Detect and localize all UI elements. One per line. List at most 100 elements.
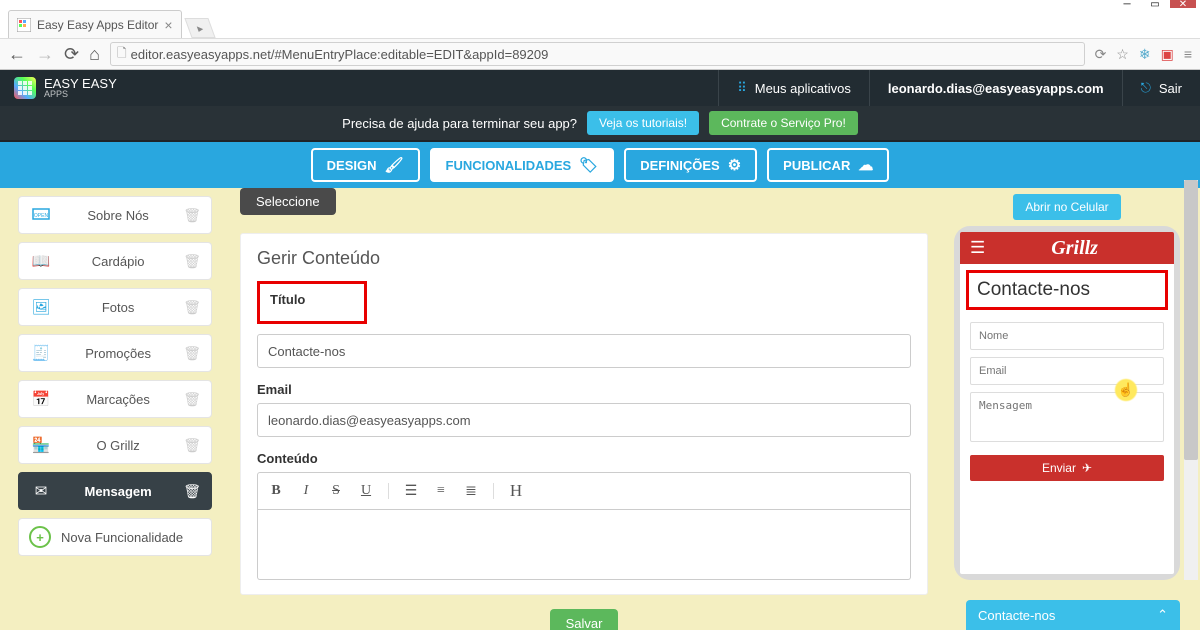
heading-button[interactable]: H — [508, 481, 524, 501]
logo-area[interactable]: EASY EASY APPS — [0, 77, 131, 99]
sidebar-item-about[interactable]: OPEN Sobre Nós 🗑 — [18, 196, 212, 234]
tab-close-icon[interactable]: × — [164, 17, 172, 33]
sidebar-item-menu[interactable]: 📖 Cardápio 🗑 — [18, 242, 212, 280]
browser-tab[interactable]: Easy Easy Apps Editor × — [8, 10, 182, 38]
plus-icon: + — [29, 526, 51, 548]
window-minimize[interactable]: ─ — [1114, 0, 1140, 8]
url-input[interactable]: 🗋 editor.easyeasyapps.net/#MenuEntryPlac… — [110, 42, 1085, 66]
user-email[interactable]: leonardo.dias@easyeasyapps.com — [869, 70, 1122, 106]
sidebar-label: Sobre Nós — [53, 208, 183, 223]
phone-message-input[interactable] — [970, 392, 1164, 442]
trash-icon[interactable]: 🗑 — [183, 391, 201, 408]
title-input[interactable] — [257, 334, 911, 368]
sidebar-item-bookings[interactable]: 📅 Marcações 🗑 — [18, 380, 212, 418]
sidebar-item-promos[interactable]: 🧾 Promoções 🗑 — [18, 334, 212, 372]
phone-page-title: Contacte-nos — [977, 279, 1157, 301]
logout-link[interactable]: ⎋ Sair — [1122, 70, 1200, 106]
scroll-thumb[interactable] — [1184, 180, 1198, 460]
receipt-icon: 🧾 — [29, 344, 53, 362]
title-label: Título — [270, 292, 354, 307]
svg-text:OPEN: OPEN — [34, 213, 49, 219]
title-highlight: Título — [257, 281, 367, 324]
window-close[interactable]: ✕ — [1170, 0, 1196, 8]
email-label: Email — [257, 382, 911, 397]
hamburger-icon[interactable]: ☰ — [970, 238, 985, 258]
footer-chat-tab[interactable]: Contacte-nos ⌃ — [966, 600, 1180, 630]
sidebar-label: Marcações — [53, 392, 183, 407]
italic-button[interactable]: I — [298, 483, 314, 499]
trash-icon[interactable]: 🗑 — [183, 299, 201, 316]
exit-icon: ⎋ — [1141, 80, 1151, 96]
trash-icon[interactable]: 🗑 — [183, 253, 201, 270]
logo-text: EASY EASY APPS — [44, 77, 117, 99]
promo-bar: Precisa de ajuda para terminar seu app? … — [0, 106, 1200, 142]
star-icon[interactable]: ☆ — [1116, 46, 1129, 63]
settings-tab[interactable]: DEFINIÇÕES ⚙ — [624, 148, 757, 182]
abp-ext-icon[interactable]: ▣ — [1161, 46, 1174, 63]
sidebar-item-grillz[interactable]: 🏪 O Grillz 🗑 — [18, 426, 212, 464]
menu-icon[interactable]: ≡ — [1184, 46, 1192, 63]
open-sign-icon: OPEN — [29, 206, 53, 224]
logout-label: Sair — [1159, 81, 1182, 96]
open-phone-button[interactable]: Abrir no Celular — [1013, 194, 1120, 220]
align-button[interactable]: ≣ — [463, 483, 479, 500]
phone-screen: ☰ Grillz Contacte-nos Enviar ✈ — [960, 232, 1174, 574]
image-icon: 🖼 — [29, 298, 53, 316]
calendar-icon: 📅 — [29, 390, 53, 408]
tag-icon: 🏷 — [579, 156, 598, 174]
email-input[interactable] — [257, 403, 911, 437]
gear-icon: ⚙ — [728, 156, 741, 174]
trash-icon[interactable]: 🗑 — [183, 483, 201, 500]
sidebar-item-message[interactable]: ✉ Mensagem 🗑 — [18, 472, 212, 510]
content-label: Conteúdo — [257, 451, 911, 466]
apps-grid-icon: ⠿ — [737, 80, 747, 96]
design-tab[interactable]: DESIGN 🖌 — [311, 148, 420, 182]
new-feature-label: Nova Funcionalidade — [61, 530, 183, 545]
select-pill[interactable]: Seleccione — [240, 188, 336, 215]
my-apps-label: Meus aplicativos — [755, 81, 851, 96]
app-header: EASY EASY APPS ⠿ Meus aplicativos leonar… — [0, 70, 1200, 106]
phone-form: Enviar ✈ — [960, 316, 1174, 574]
phone-frame: ☰ Grillz Contacte-nos Enviar ✈ — [954, 226, 1180, 580]
editor-body[interactable] — [257, 510, 911, 580]
phone-email-input[interactable] — [970, 357, 1164, 385]
ordered-list-button[interactable]: ☰ — [403, 483, 419, 500]
features-tab[interactable]: FUNCIONALIDADES 🏷 — [430, 148, 615, 182]
scrollbar[interactable] — [1184, 180, 1198, 580]
trash-icon[interactable]: 🗑 — [183, 437, 201, 454]
publish-tab[interactable]: PUBLICAR ☁ — [767, 148, 889, 182]
bold-button[interactable]: B — [268, 483, 284, 499]
home-button[interactable]: ⌂ — [89, 44, 100, 65]
save-button[interactable]: Salvar — [550, 609, 619, 630]
back-button[interactable]: ← — [8, 44, 26, 65]
preview-column: Abrir no Celular ☰ Grillz Contacte-nos E… — [950, 188, 1200, 630]
forward-button[interactable]: → — [36, 44, 54, 65]
phone-name-input[interactable] — [970, 322, 1164, 350]
brush-icon: 🖌 — [384, 156, 403, 174]
new-feature-button[interactable]: + Nova Funcionalidade — [18, 518, 212, 556]
snowflake-ext-icon[interactable]: ❄ — [1139, 46, 1151, 63]
unordered-list-button[interactable]: ≡ — [433, 483, 449, 499]
tab-favicon-icon — [17, 18, 31, 32]
pro-service-button[interactable]: Contrate o Serviço Pro! — [709, 111, 858, 135]
cursor-highlight: ☝ — [1114, 378, 1138, 402]
sidebar-item-photos[interactable]: 🖼 Fotos 🗑 — [18, 288, 212, 326]
phone-send-button[interactable]: Enviar ✈ — [970, 455, 1164, 481]
content-area: Seleccione Gerir Conteúdo Título Email C… — [230, 188, 950, 630]
phone-title-highlight: Contacte-nos — [966, 270, 1168, 310]
panel-title: Gerir Conteúdo — [257, 248, 911, 269]
window-maximize[interactable]: ▭ — [1142, 0, 1168, 8]
underline-button[interactable]: U — [358, 483, 374, 499]
store-icon: 🏪 — [29, 436, 53, 454]
my-apps-link[interactable]: ⠿ Meus aplicativos — [718, 70, 869, 106]
trash-icon[interactable]: 🗑 — [183, 345, 201, 362]
main-toolbar: DESIGN 🖌 FUNCIONALIDADES 🏷 DEFINIÇÕES ⚙ … — [0, 142, 1200, 188]
envelope-icon: ✉ — [29, 482, 53, 500]
strike-button[interactable]: S — [328, 483, 344, 499]
tab-title: Easy Easy Apps Editor — [37, 18, 158, 32]
perf-icon[interactable]: ⟳ — [1095, 46, 1107, 63]
new-tab-button[interactable]: ▸ — [184, 18, 215, 38]
reload-button[interactable]: ⟳ — [64, 44, 79, 65]
trash-icon[interactable]: 🗑 — [183, 207, 201, 224]
tutorials-button[interactable]: Veja os tutoriais! — [587, 111, 699, 135]
